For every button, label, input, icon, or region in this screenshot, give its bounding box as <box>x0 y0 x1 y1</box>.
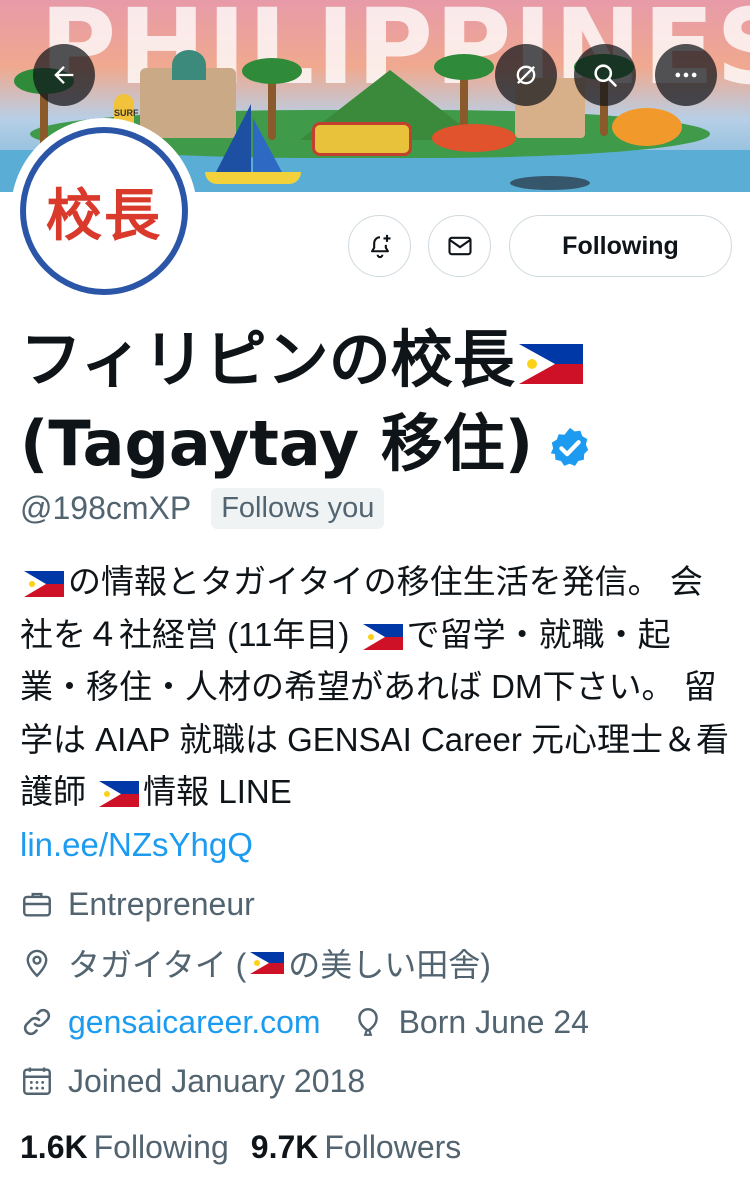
hide-button[interactable] <box>495 44 557 106</box>
user-handle: @198cmXP <box>20 489 192 526</box>
location-pin-icon <box>26 949 48 978</box>
following-count: 1.6K <box>20 1128 88 1165</box>
banner-boat <box>205 172 301 184</box>
banner-sail <box>253 118 283 174</box>
search-button[interactable] <box>574 44 636 106</box>
banner-jeepney <box>312 122 412 156</box>
briefcase-icon <box>23 892 51 917</box>
banner-sail <box>215 104 251 174</box>
following-label: Following <box>93 1128 229 1165</box>
notifications-button[interactable] <box>348 215 411 277</box>
more-icon <box>675 72 697 78</box>
avatar[interactable]: 校長 <box>11 118 197 304</box>
profession-row: Entrepreneur <box>20 882 255 926</box>
more-button[interactable] <box>655 44 717 106</box>
follows-you-badge: Follows you <box>211 487 385 529</box>
bio-line-link[interactable]: lin.ee/NZsYhgQ <box>20 826 253 863</box>
bio: の情報とタガイタイの移住生活を発信。 会社を４社経営 (11年目) で留学・就職… <box>20 556 730 871</box>
following-button[interactable]: Following <box>509 215 732 277</box>
back-button[interactable] <box>33 44 95 106</box>
banner-fruit <box>612 108 682 146</box>
display-name: フィリピンの校長 (Tagaytay 移住) <box>20 318 730 486</box>
back-arrow-icon <box>54 66 74 84</box>
banner-seafood <box>432 124 516 152</box>
birthday-text: Born June 24 <box>398 1003 589 1040</box>
display-name-line2: (Tagaytay 移住) <box>20 407 534 480</box>
location-row: タガイタイ ( の美しい田舎) <box>20 941 491 985</box>
banner-whale-shark <box>510 176 590 190</box>
philippines-flag-icon <box>362 623 403 650</box>
philippines-flag-icon <box>250 952 285 974</box>
followers-label: Followers <box>324 1128 462 1165</box>
handle-row: @198cmXP Follows you <box>20 486 385 530</box>
joined-row: Joined January 2018 <box>20 1059 365 1103</box>
bio-text-3: 情報 LINE <box>143 773 292 810</box>
avatar-text: 校長 <box>46 183 162 249</box>
followers-stat[interactable]: 9.7K Followers <box>251 1129 462 1166</box>
follow-stats: 1.6K Following 9.7K Followers <box>20 1124 461 1170</box>
website-birthday-row: gensaicareer.com Born June 24 <box>20 1000 589 1044</box>
birthday: Born June 24 <box>351 1004 589 1041</box>
joined-text: Joined January 2018 <box>68 1062 366 1099</box>
calendar-icon <box>23 1067 51 1095</box>
philippines-flag-icon <box>518 343 583 384</box>
following-stat[interactable]: 1.6K Following <box>20 1129 229 1166</box>
search-icon <box>594 64 617 87</box>
location-text-post: の美しい田舎) <box>288 947 491 983</box>
balloon-icon <box>357 1008 378 1036</box>
philippines-flag-icon <box>99 781 140 808</box>
philippines-flag-icon <box>24 571 64 598</box>
verified-badge-icon <box>550 427 589 466</box>
profession-text: Entrepreneur <box>68 885 255 922</box>
mail-icon <box>447 236 472 256</box>
location-text-pre: タガイタイ ( <box>68 947 247 983</box>
message-button[interactable] <box>428 215 491 277</box>
hide-icon <box>516 65 536 85</box>
avatar-image: 校長 <box>20 127 188 295</box>
link-icon <box>23 1008 51 1036</box>
display-name-line1: フィリピンの校長 <box>20 323 515 396</box>
banner-church-dome <box>172 50 206 80</box>
followers-count: 9.7K <box>250 1128 319 1165</box>
bell-plus-icon <box>370 234 390 259</box>
website-link[interactable]: gensaicareer.com <box>68 1004 321 1041</box>
